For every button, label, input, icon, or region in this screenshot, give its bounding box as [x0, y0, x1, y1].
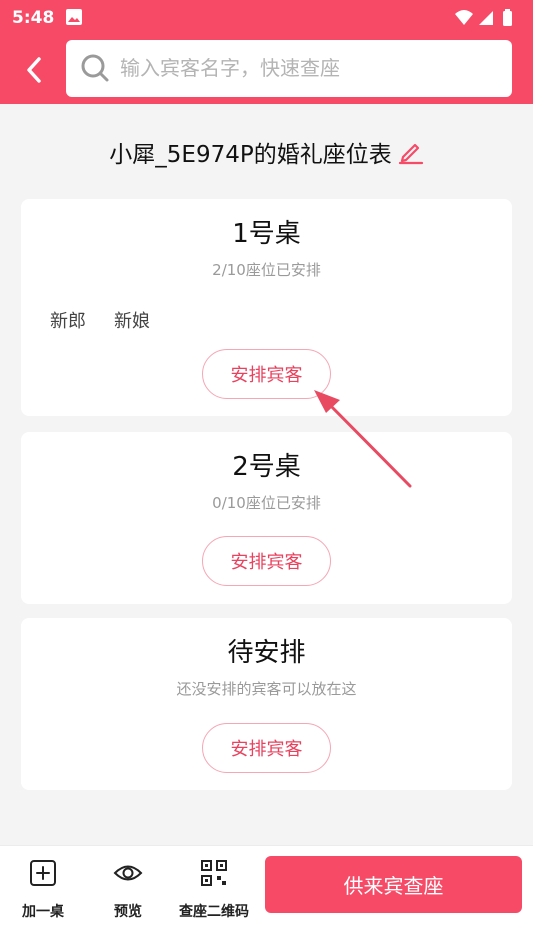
table-card-2: 2号桌 0/10座位已安排 安排宾客	[21, 432, 512, 604]
search-box[interactable]	[66, 40, 512, 97]
table-name: 2号桌	[232, 452, 301, 482]
back-button[interactable]	[14, 50, 54, 90]
add-table-button[interactable]: 加一桌	[3, 855, 83, 925]
status-icons	[455, 9, 512, 26]
table-name: 待安排	[227, 638, 306, 668]
table-card-1: 1号桌 2/10座位已安排 新郎 新娘 安排宾客	[21, 199, 512, 416]
divider	[0, 845, 533, 846]
top-bar: 5:48	[0, 0, 533, 104]
bottom-bar: 加一桌 预览 查座二维码 供来宾查座	[0, 845, 533, 949]
guest-list: 新郎 新娘	[50, 307, 150, 333]
add-table-label: 加一桌	[22, 904, 64, 920]
preview-label: 预览	[114, 904, 142, 920]
wifi-icon	[455, 10, 473, 25]
signal-icon	[479, 11, 493, 25]
edit-pencil-icon[interactable]	[398, 139, 424, 165]
page-title-row: 小犀_5E974P的婚礼座位表	[0, 132, 533, 172]
search-icon	[81, 54, 109, 82]
table-seat-status: 还没安排的宾客可以放在这	[176, 680, 357, 698]
guest-name[interactable]: 新郎	[50, 307, 86, 333]
chevron-left-icon	[27, 57, 41, 83]
arrange-guests-button[interactable]: 安排宾客	[202, 723, 331, 773]
seat-qr-code-button[interactable]: 查座二维码	[172, 855, 256, 925]
image-notification-icon	[66, 9, 82, 25]
page-title: 小犀_5E974P的婚礼座位表	[109, 142, 392, 168]
status-time: 5:48	[12, 8, 55, 28]
preview-button[interactable]: 预览	[88, 855, 168, 925]
guest-seat-lookup-button[interactable]: 供来宾查座	[265, 856, 522, 913]
arrange-guests-button[interactable]: 安排宾客	[202, 349, 331, 399]
qr-code-icon	[201, 860, 227, 886]
seat-qr-code-label: 查座二维码	[179, 904, 249, 920]
unassigned-card: 待安排 还没安排的宾客可以放在这 安排宾客	[21, 618, 512, 790]
status-bar: 5:48	[0, 0, 533, 36]
table-seat-status: 0/10座位已安排	[212, 494, 321, 512]
table-seat-status: 2/10座位已安排	[212, 261, 321, 279]
table-name: 1号桌	[232, 219, 301, 249]
battery-icon	[503, 11, 512, 26]
search-input[interactable]	[120, 50, 500, 86]
guest-name[interactable]: 新娘	[114, 307, 150, 333]
arrange-guests-button[interactable]: 安排宾客	[202, 536, 331, 586]
eye-icon	[113, 865, 143, 881]
add-square-icon	[30, 860, 56, 886]
